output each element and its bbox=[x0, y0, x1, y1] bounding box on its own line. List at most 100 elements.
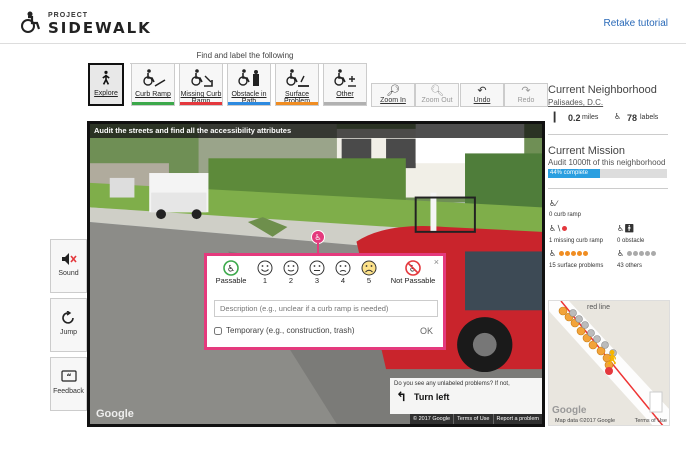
feedback-button[interactable]: “ Feedback bbox=[50, 357, 87, 411]
missing-curb-ramp-color-bar bbox=[180, 102, 222, 105]
svg-text:♿: ♿ bbox=[314, 233, 321, 242]
undo-button[interactable]: ↶ Undo bbox=[460, 83, 504, 107]
curb-ramp-stat-icon: ♿∕ bbox=[549, 199, 558, 208]
passable-option[interactable]: ♿ Passable bbox=[213, 260, 249, 285]
surface-problem-button[interactable]: Surface Problem bbox=[275, 63, 319, 106]
current-mission-title: Current Mission bbox=[548, 145, 626, 157]
neighborhood-name-link[interactable]: Palisades, D.C. bbox=[548, 98, 603, 107]
minimap-terms-link[interactable]: Terms of Use bbox=[635, 418, 667, 424]
redo-label: Redo bbox=[517, 97, 535, 104]
pegman-icon: 🚶︎ bbox=[603, 349, 621, 365]
severity-1-label: 1 bbox=[262, 276, 268, 285]
sound-muted-icon bbox=[61, 253, 77, 265]
severity-3-option[interactable]: 3 bbox=[309, 260, 325, 285]
temporary-label: Temporary (e.g., construction, trash) bbox=[226, 326, 355, 335]
minimap-map-data: Map data ©2017 Google bbox=[555, 418, 616, 424]
severity-4-label: 4 bbox=[340, 276, 346, 285]
zoom-out-button[interactable]: 🔍︎ Zoom Out bbox=[415, 83, 459, 107]
zoom-out-icon: 🔍︎ bbox=[430, 85, 444, 97]
report-problem-link[interactable]: Report a problem bbox=[492, 414, 543, 424]
other-stat-icon: ♿ bbox=[617, 249, 657, 258]
missing-curb-ramp-stat: 1 missing curb ramp bbox=[549, 238, 604, 244]
minimap-street-label: red line bbox=[587, 304, 610, 311]
missing-curb-ramp-icon bbox=[191, 69, 213, 87]
neighborhood-stats: ❙ 0.2 miles ♿ 78 labels bbox=[548, 110, 676, 126]
missing-curb-ramp-dot bbox=[562, 226, 568, 232]
svg-text:♿: ♿ bbox=[227, 265, 235, 275]
mission-progress-fill: 44% complete bbox=[548, 169, 601, 178]
minimap[interactable]: red line 🚶︎ Google Map data ©2017 Google… bbox=[548, 300, 670, 426]
explore-label: Explore bbox=[94, 90, 118, 97]
wheelchair-logo-icon bbox=[21, 11, 41, 33]
other-dot bbox=[639, 251, 645, 257]
missing-curb-ramp-stat-icon: ♿∖ bbox=[549, 224, 568, 233]
severity-2-label: 2 bbox=[288, 276, 294, 285]
redo-icon: ↷ bbox=[521, 85, 531, 97]
miles-unit: miles bbox=[582, 114, 599, 121]
severity-1-option[interactable]: 1 bbox=[257, 260, 273, 285]
missing-curb-ramp-button[interactable]: Missing Curb Ramp bbox=[179, 63, 223, 106]
turn-left-action[interactable]: ↰ Turn left bbox=[394, 389, 538, 404]
miles-value: 0.2 bbox=[568, 113, 581, 123]
obstacle-in-path-button[interactable]: Obstacle in Path bbox=[227, 63, 271, 106]
severity-3-label: 3 bbox=[314, 276, 320, 285]
not-passable-wheelchair-icon: ♿ bbox=[405, 260, 421, 276]
sound-label: Sound bbox=[58, 270, 79, 277]
jump-button[interactable]: Jump bbox=[50, 298, 87, 352]
task-instruction-banner: Audit the streets and find all the acces… bbox=[90, 124, 542, 138]
others-stat: 43 others bbox=[617, 263, 643, 269]
other-dot bbox=[651, 251, 657, 257]
other-label: Other bbox=[336, 91, 354, 98]
severity-5-label: 5 bbox=[366, 276, 372, 285]
mission-progress-bar: 44% complete bbox=[548, 169, 667, 178]
surface-problem-color-bar bbox=[276, 102, 318, 105]
undo-icon: ↶ bbox=[477, 85, 487, 97]
walking-person-icon bbox=[102, 70, 110, 85]
explore-button[interactable]: Explore bbox=[88, 63, 124, 106]
labels-value: 78 bbox=[627, 113, 638, 123]
svg-text:“: “ bbox=[66, 373, 71, 382]
undo-label: Undo bbox=[473, 97, 491, 104]
frown-face-icon bbox=[361, 260, 377, 276]
retake-tutorial-link[interactable]: Retake tutorial bbox=[604, 18, 668, 29]
curb-ramp-color-bar bbox=[132, 102, 174, 105]
surface-problems-stat: 15 surface problems bbox=[549, 263, 604, 269]
zoom-in-button[interactable]: 🔎︎ Zoom In bbox=[371, 83, 415, 107]
current-neighborhood-title: Current Neighborhood bbox=[548, 84, 657, 96]
temporary-option[interactable]: Temporary (e.g., construction, trash) bbox=[214, 326, 355, 335]
other-dot bbox=[627, 251, 633, 257]
smiley-face-icon bbox=[257, 260, 273, 276]
severity-5-option[interactable]: 5 bbox=[361, 260, 377, 285]
minimap-google-watermark: Google bbox=[552, 405, 587, 416]
curb-ramp-icon bbox=[143, 69, 166, 87]
severity-rating-popup: × ♿ Passable 1 2 3 4 5 ♿ Not Passable De… bbox=[204, 253, 446, 350]
description-input[interactable] bbox=[214, 300, 438, 317]
passable-wheelchair-icon: ♿ bbox=[223, 260, 239, 276]
app-header: PROJECT SIDEWALK Retake tutorial bbox=[0, 0, 686, 44]
ok-button[interactable]: OK bbox=[420, 326, 433, 336]
label-pin-icon[interactable]: ♿ bbox=[311, 230, 325, 256]
google-watermark: Google bbox=[96, 408, 134, 420]
feedback-label: Feedback bbox=[53, 388, 84, 395]
slight-frown-face-icon bbox=[335, 260, 351, 276]
surface-dot bbox=[565, 251, 571, 257]
sound-button[interactable]: Sound bbox=[50, 239, 87, 293]
other-dot bbox=[633, 251, 639, 257]
severity-4-option[interactable]: 4 bbox=[335, 260, 351, 285]
navigation-hint[interactable]: Do you see any unlabeled problems? If no… bbox=[390, 378, 542, 414]
curb-ramp-stat: 0 curb ramp bbox=[549, 212, 582, 218]
obstacle-icon bbox=[238, 69, 259, 86]
streetview-terms-link[interactable]: Terms of Use bbox=[453, 414, 492, 424]
streetview-copyright: © 2017 Google bbox=[413, 416, 451, 422]
obstacle-stat-icon: ♿🚹︎ bbox=[617, 224, 635, 233]
severity-2-option[interactable]: 2 bbox=[283, 260, 299, 285]
turn-left-label: Turn left bbox=[414, 392, 450, 402]
not-passable-option[interactable]: ♿ Not Passable bbox=[387, 260, 439, 285]
curb-ramp-button[interactable]: Curb Ramp bbox=[131, 63, 175, 106]
temporary-checkbox[interactable] bbox=[214, 326, 222, 335]
redo-button[interactable]: ↷ Redo bbox=[504, 83, 548, 107]
logo-sidewalk-text: SIDEWALK bbox=[48, 19, 152, 37]
other-button[interactable]: Other bbox=[323, 63, 367, 106]
labels-icon: ♿ bbox=[614, 112, 622, 121]
project-sidewalk-logo[interactable]: PROJECT SIDEWALK bbox=[18, 10, 150, 37]
